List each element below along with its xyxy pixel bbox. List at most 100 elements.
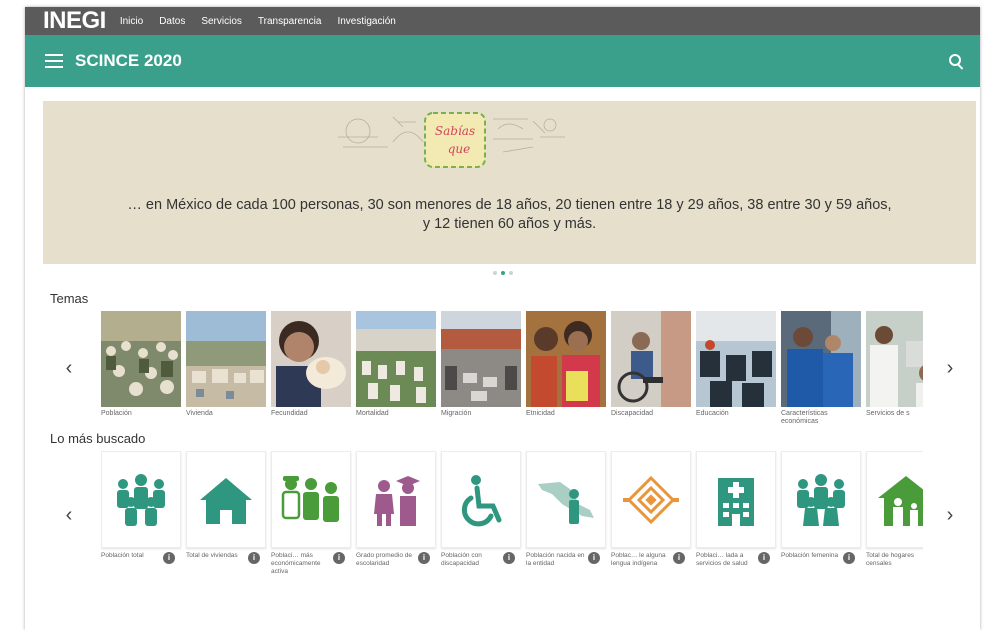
buscado-next-arrow-icon[interactable]: › [940, 505, 960, 526]
fact-text-line2: y 12 tienen 60 años y más. [422, 216, 597, 232]
indicator-card-escolaridad[interactable]: Grado promedio de escolaridad i [356, 451, 436, 591]
workers-icon [281, 475, 339, 522]
map-person-icon [538, 481, 594, 524]
crowd-photo [101, 311, 181, 407]
temas-prev-arrow-icon[interactable]: ‹ [59, 358, 79, 379]
indicator-card-discapacidad[interactable]: Población con discapacidad i [441, 451, 521, 591]
nav-link-investigacion[interactable]: Investigación [337, 16, 395, 27]
indicator-card-lengua-indigena[interactable]: Poblac… le alguna lengua indígena i [611, 451, 691, 591]
tema-label: Educación [696, 410, 729, 417]
tema-label: Características económicas [781, 410, 828, 425]
tema-card-caracteristicas-economicas[interactable]: Características económicas [781, 311, 861, 431]
tema-label: Migración [441, 410, 472, 417]
temas-next-arrow-icon[interactable]: › [940, 358, 960, 379]
workers-photo [781, 311, 861, 407]
sabias-que-badge: Sabías que [424, 112, 486, 168]
info-icon[interactable]: i [333, 552, 345, 564]
temas-title: Temas [50, 291, 89, 306]
nav-link-transparencia[interactable]: Transparencia [258, 16, 322, 27]
tema-card-servicios-de-salud[interactable]: Servicios de s [866, 311, 923, 431]
nav-link-inicio[interactable]: Inicio [120, 16, 143, 27]
graduates-icon [374, 475, 420, 526]
tema-card-discapacidad[interactable]: Discapacidad [611, 311, 691, 431]
indicator-card-total-viviendas[interactable]: Total de viviendas i [186, 451, 266, 591]
border-photo [441, 311, 521, 407]
indicator-card-nacida-en-entidad[interactable]: Población nacida en la entidad i [526, 451, 606, 591]
top-nav: Inicio Datos Servicios Transparencia Inv… [120, 16, 396, 27]
temas-carousel: ‹ Población Vivienda Fecundidad Mortalid… [25, 311, 980, 431]
indicator-card-hogares-censales[interactable]: Total de hogares censalesi [866, 451, 923, 591]
lo-mas-buscado-carousel: ‹ Población total i Total de viviendas i [25, 451, 980, 591]
tema-label: Discapacidad [611, 410, 654, 417]
indicator-label: Poblaci… lada a servicios de salud [696, 552, 748, 567]
tema-card-migracion[interactable]: Migración [441, 311, 521, 431]
fact-text-line1: … en México de cada 100 personas, 30 son… [127, 197, 892, 213]
info-icon[interactable]: i [418, 552, 430, 564]
app-title: SCINCE 2020 [75, 51, 182, 70]
classroom-photo [696, 311, 776, 407]
tema-card-mortalidad[interactable]: Mortalidad [356, 311, 436, 431]
inegi-logo[interactable]: INEGI [43, 7, 106, 35]
tema-label: Etnicidad [526, 410, 555, 417]
indigenous-women-photo [526, 311, 606, 407]
cemetery-photo [356, 311, 436, 407]
browser-page: INEGI Inicio Datos Servicios Transparenc… [25, 7, 980, 630]
household-icon [878, 475, 923, 526]
indicator-card-poblacion-femenina[interactable]: Población femenina i [781, 451, 861, 591]
app-bar: SCINCE 2020 [25, 35, 980, 87]
tema-card-etnicidad[interactable]: Etnicidad [526, 311, 606, 431]
lo-mas-buscado-title: Lo más buscado [50, 431, 146, 446]
pagination-dot-2[interactable] [500, 271, 505, 275]
info-icon[interactable]: i [503, 552, 515, 564]
buscado-prev-arrow-icon[interactable]: ‹ [59, 505, 79, 526]
tema-card-educacion[interactable]: Educación [696, 311, 776, 431]
nav-link-servicios[interactable]: Servicios [201, 16, 242, 27]
info-icon[interactable]: i [673, 552, 685, 564]
info-icon[interactable]: i [588, 552, 600, 564]
women-group-icon [797, 473, 845, 526]
wheelchair-photo [611, 311, 691, 407]
indicator-label: Grado promedio de escolaridad [356, 552, 413, 567]
indicator-label: Poblac… le alguna lengua indígena [611, 552, 666, 567]
badge-text-sabias: Sabías [435, 124, 475, 138]
indigenous-pattern-icon [623, 475, 679, 524]
hamburger-menu-icon[interactable] [45, 54, 63, 68]
tema-label: Fecundidad [271, 410, 308, 417]
tema-card-vivienda[interactable]: Vivienda [186, 311, 266, 431]
indicator-card-pea[interactable]: Poblaci… más económicamente activa i [271, 451, 351, 591]
indicator-label: Población con discapacidad [441, 552, 482, 567]
info-icon[interactable]: i [163, 552, 175, 564]
wheelchair-icon [461, 474, 502, 526]
pagination-dot-1[interactable] [492, 271, 497, 275]
tema-card-poblacion[interactable]: Población [101, 311, 181, 431]
baby-photo [271, 311, 351, 407]
tema-label: Vivienda [186, 410, 213, 417]
tema-card-fecundidad[interactable]: Fecundidad [271, 311, 351, 431]
temas-cards: Población Vivienda Fecundidad Mortalidad… [101, 311, 923, 431]
carousel-pagination [25, 271, 980, 277]
info-icon[interactable]: i [248, 552, 260, 564]
fact-banner: Sabías que … en México de cada 100 perso… [43, 101, 976, 264]
indicator-label: Total de viviendas [186, 552, 238, 559]
indicator-label: Población femenina [781, 552, 839, 559]
indicator-label: Total de hogares censales [866, 552, 915, 567]
tema-label: Servicios de s [866, 410, 910, 417]
indicator-card-servicios-salud[interactable]: Poblaci… lada a servicios de salud i [696, 451, 776, 591]
indicator-label: Poblaci… más económicamente activa [271, 552, 321, 575]
indicator-card-poblacion-total[interactable]: Población total i [101, 451, 181, 591]
search-icon[interactable] [946, 51, 966, 71]
tema-label: Mortalidad [356, 410, 389, 417]
info-icon[interactable]: i [843, 552, 855, 564]
info-icon[interactable]: i [758, 552, 770, 564]
indicator-label: Población total [101, 552, 144, 559]
population-icon [117, 473, 165, 526]
tema-label: Población [101, 410, 132, 417]
nav-link-datos[interactable]: Datos [159, 16, 185, 27]
house-icon [200, 477, 252, 524]
inegi-top-bar: INEGI Inicio Datos Servicios Transparenc… [25, 7, 980, 35]
pagination-dot-3[interactable] [508, 271, 513, 275]
hospital-icon [718, 477, 754, 526]
buscado-cards: Población total i Total de viviendas i Pob… [101, 451, 923, 591]
badge-text-que: que [448, 142, 471, 156]
fact-text: … en México de cada 100 personas, 30 son… [53, 196, 966, 234]
